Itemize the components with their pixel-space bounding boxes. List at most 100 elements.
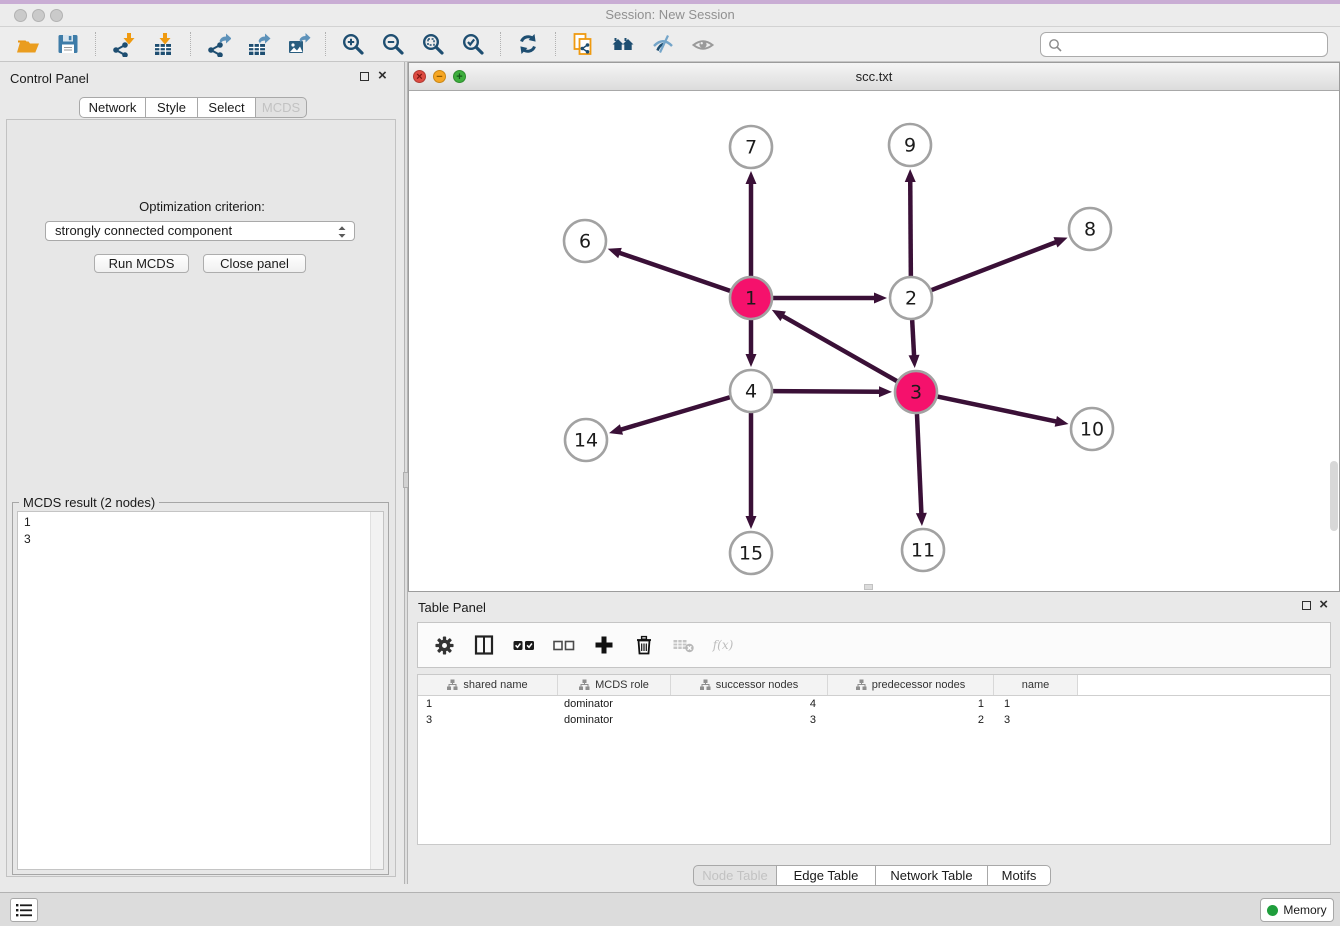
- graph-edge-3-1[interactable]: [781, 315, 896, 381]
- graph-edge-1-6[interactable]: [618, 252, 730, 290]
- column-header-name[interactable]: name: [994, 675, 1078, 695]
- graph-node-label: 2: [905, 288, 917, 310]
- search-icon: [1048, 38, 1062, 52]
- table-cell[interactable]: 1: [994, 696, 1078, 712]
- zoom-in-icon[interactable]: [338, 29, 368, 59]
- select-all-checkboxes-icon[interactable]: [512, 633, 536, 657]
- zoom-selected-icon[interactable]: [458, 29, 488, 59]
- graph-edge-2-9[interactable]: [910, 180, 911, 276]
- memory-button[interactable]: Memory: [1260, 898, 1334, 922]
- tab-network-table[interactable]: Network Table: [875, 865, 988, 886]
- table-cell[interactable]: 1: [828, 696, 994, 712]
- list-icon: [15, 902, 33, 918]
- table-row[interactable]: 1dominator411: [418, 696, 1330, 712]
- graph-node-label: 11: [911, 540, 935, 562]
- graph-edge-arrowhead: [609, 424, 623, 435]
- column-header-successor-nodes[interactable]: successor nodes: [671, 675, 828, 695]
- graph-node-label: 3: [910, 382, 922, 404]
- deselect-all-checkboxes-icon[interactable]: [552, 633, 576, 657]
- network-graph[interactable]: 7968124314101511: [409, 91, 1339, 591]
- toolbar-separator: [325, 32, 326, 56]
- delete-column-trash-icon[interactable]: [632, 633, 656, 657]
- export-image-icon[interactable]: [283, 29, 313, 59]
- table-cell[interactable]: 3: [418, 712, 558, 728]
- column-header-label: MCDS role: [595, 679, 649, 691]
- run-mcds-button[interactable]: Run MCDS: [94, 254, 189, 273]
- graph-edge-arrowhead: [879, 386, 892, 397]
- graph-node-label: 14: [574, 430, 598, 452]
- search-box[interactable]: [1040, 32, 1328, 57]
- column-header-label: successor nodes: [716, 679, 799, 691]
- network-canvas[interactable]: 7968124314101511: [409, 91, 1339, 591]
- table-cell[interactable]: 4: [671, 696, 828, 712]
- graph-edge-4-3[interactable]: [773, 391, 881, 392]
- tab-select[interactable]: Select: [197, 97, 256, 118]
- search-input[interactable]: [1067, 35, 1327, 55]
- mcds-result-text[interactable]: 1 3: [17, 511, 384, 870]
- settings-gear-icon[interactable]: [432, 633, 456, 657]
- table-row[interactable]: 3dominator323: [418, 712, 1330, 728]
- table-float-button[interactable]: [1302, 601, 1311, 610]
- export-table-icon[interactable]: [243, 29, 273, 59]
- graph-edge-arrowhead: [916, 513, 927, 526]
- table-cell[interactable]: dominator: [558, 712, 671, 728]
- graph-edge-4-14[interactable]: [620, 397, 730, 430]
- graph-edge-3-11[interactable]: [917, 414, 921, 515]
- graph-edge-2-8[interactable]: [932, 242, 1058, 290]
- clone-network-icon[interactable]: [568, 29, 598, 59]
- import-table-icon[interactable]: [148, 29, 178, 59]
- hide-selected-icon[interactable]: [648, 29, 678, 59]
- network-frame-titlebar[interactable]: × − + scc.txt: [409, 63, 1339, 91]
- save-session-icon[interactable]: [53, 29, 83, 59]
- float-panel-button[interactable]: [360, 72, 369, 81]
- column-header-shared-name[interactable]: shared name: [418, 675, 558, 695]
- mcds-result-box: MCDS result (2 nodes) 1 3: [12, 502, 389, 875]
- table-cell[interactable]: 3: [994, 712, 1078, 728]
- add-column-icon[interactable]: [592, 633, 616, 657]
- close-panel-button-2[interactable]: Close panel: [203, 254, 306, 273]
- home-icon[interactable]: [608, 29, 638, 59]
- column-hierarchy-icon: [579, 679, 590, 691]
- window-title: Session: New Session: [0, 4, 1340, 26]
- table-cell[interactable]: 3: [671, 712, 828, 728]
- graph-edge-arrowhead: [905, 169, 916, 182]
- graph-edge-arrowhead: [746, 171, 757, 184]
- optimization-criterion-value: strongly connected component: [55, 223, 232, 238]
- optimization-criterion-label: Optimization criterion:: [0, 199, 404, 214]
- export-network-icon[interactable]: [203, 29, 233, 59]
- graph-edge-arrowhead: [746, 354, 757, 367]
- tab-style[interactable]: Style: [145, 97, 198, 118]
- import-network-icon[interactable]: [108, 29, 138, 59]
- split-view-icon[interactable]: [472, 633, 496, 657]
- network-resize-grip[interactable]: [864, 584, 873, 590]
- delete-table-icon: [672, 633, 696, 657]
- tab-node-table[interactable]: Node Table: [693, 865, 777, 886]
- optimization-criterion-select[interactable]: strongly connected component: [45, 221, 355, 241]
- tab-mcds[interactable]: MCDS: [255, 97, 307, 118]
- table-close-button[interactable]: ×: [1319, 599, 1328, 610]
- tab-network[interactable]: Network: [79, 97, 146, 118]
- close-panel-button[interactable]: ×: [378, 70, 387, 81]
- graph-node-label: 6: [579, 231, 591, 253]
- show-all-eye-icon[interactable]: [688, 29, 718, 59]
- tab-motifs[interactable]: Motifs: [987, 865, 1051, 886]
- table-cell[interactable]: 1: [418, 696, 558, 712]
- zoom-fit-icon[interactable]: [418, 29, 448, 59]
- table-cell[interactable]: 2: [828, 712, 994, 728]
- table-panel-title: Table Panel: [418, 600, 486, 615]
- network-vertical-scrollbar[interactable]: [1330, 461, 1338, 531]
- graph-edge-3-10[interactable]: [938, 397, 1058, 422]
- table-cell[interactable]: dominator: [558, 696, 671, 712]
- column-header-label: predecessor nodes: [872, 679, 966, 691]
- apply-layout-icon[interactable]: [513, 29, 543, 59]
- task-history-button[interactable]: [10, 898, 38, 922]
- column-header-predecessor-nodes[interactable]: predecessor nodes: [828, 675, 994, 695]
- graph-edge-2-3[interactable]: [912, 320, 914, 357]
- column-header-filler: [1078, 675, 1330, 695]
- result-scrollbar[interactable]: [370, 512, 383, 869]
- column-header-MCDS-role[interactable]: MCDS role: [558, 675, 671, 695]
- zoom-out-icon[interactable]: [378, 29, 408, 59]
- tab-edge-table[interactable]: Edge Table: [776, 865, 876, 886]
- open-session-icon[interactable]: [13, 29, 43, 59]
- graph-node-label: 7: [745, 137, 757, 159]
